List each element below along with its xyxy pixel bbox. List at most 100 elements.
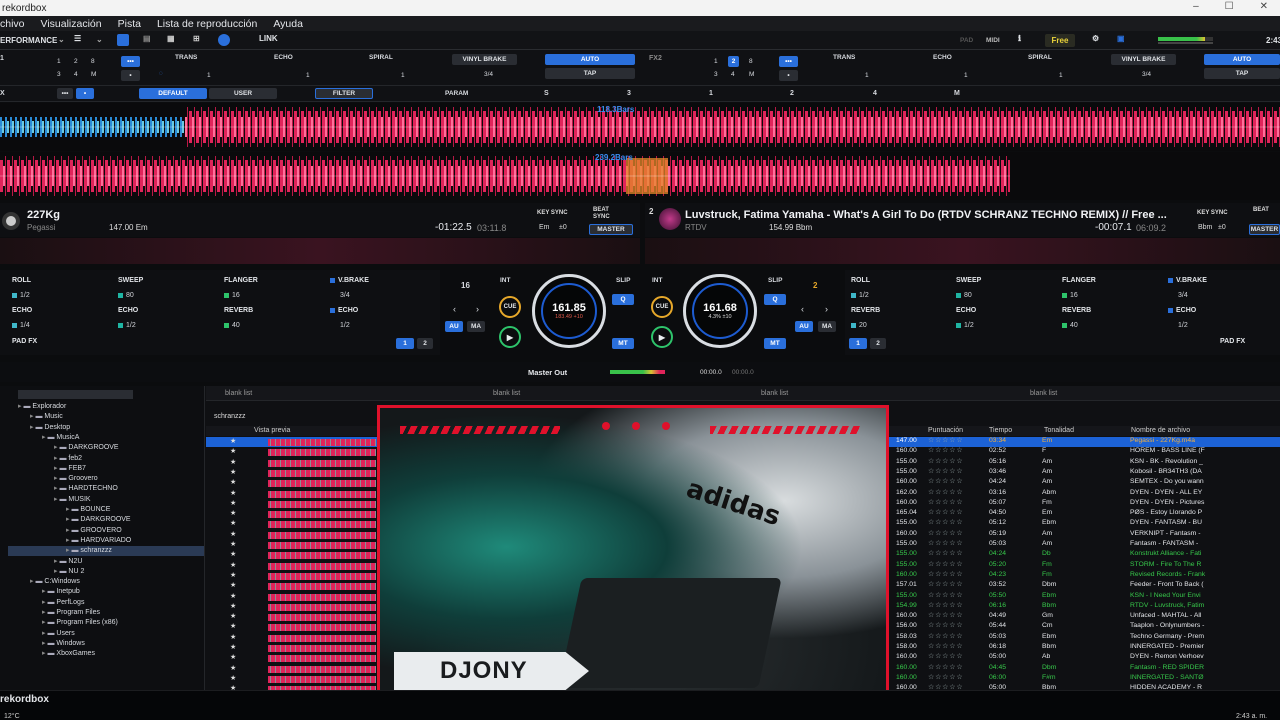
fx2-more-button[interactable]: ••• [779, 56, 798, 67]
tree-item[interactable]: ▸ ▬ NU 2 [0, 567, 196, 577]
rating-stars[interactable]: ☆☆☆☆☆ [928, 633, 963, 640]
deck-1-ma[interactable]: MA [467, 321, 485, 332]
preview-waveform[interactable] [268, 665, 376, 673]
rating-stars[interactable]: ☆☆☆☆☆ [928, 468, 963, 475]
fx1-auto[interactable]: AUTO [545, 54, 635, 65]
fx2-ch4[interactable]: 4 [731, 71, 735, 78]
pad2-6-val[interactable]: 40 [1062, 322, 1078, 329]
deck-2-overview[interactable] [645, 238, 1280, 264]
cfx-key-2[interactable]: 2 [790, 90, 794, 97]
pad1-4-name[interactable]: ECHO [12, 307, 32, 314]
preview-waveform[interactable] [268, 645, 376, 652]
fx2-ch1[interactable]: 1 [714, 58, 718, 65]
col-file[interactable]: Nombre de archivo [1131, 427, 1190, 434]
star-icon[interactable]: ★ [230, 499, 236, 507]
preview-waveform[interactable] [268, 614, 376, 622]
rating-stars[interactable]: ☆☆☆☆☆ [928, 602, 963, 609]
deck-1-au[interactable]: AU [445, 321, 463, 332]
pad1-7-val[interactable]: 1/2 [340, 322, 350, 329]
deck-1-int[interactable]: INT [500, 277, 510, 284]
pad2-0-name[interactable]: ROLL [851, 277, 870, 284]
cfx-key-3[interactable]: 3 [627, 90, 631, 97]
pad1-0-val[interactable]: 1/2 [12, 292, 30, 299]
browse-icon[interactable] [117, 34, 129, 46]
pad1-0-name[interactable]: ROLL [12, 277, 31, 284]
fx1-ch8[interactable]: 8 [91, 58, 95, 65]
pad2-6-name[interactable]: REVERB [1062, 307, 1091, 314]
tree-item[interactable]: ▸ ▬ C:Windows [0, 577, 196, 587]
taskbar-weather[interactable]: 12°C [4, 713, 20, 720]
pad2-5-val[interactable]: 1/2 [956, 322, 974, 329]
star-icon[interactable]: ★ [230, 643, 236, 651]
deck-2-slip[interactable]: SLIP [768, 277, 782, 284]
cfx-key-4[interactable]: 4 [873, 90, 877, 97]
pad2-page-1[interactable]: 1 [849, 338, 867, 349]
fx2-dot-button[interactable]: • [779, 70, 798, 81]
pad2-2-name[interactable]: FLANGER [1062, 277, 1096, 284]
fx1-ch1[interactable]: 1 [57, 58, 61, 65]
fx2-ch3[interactable]: 3 [714, 71, 718, 78]
deck-2-int[interactable]: INT [652, 277, 662, 284]
preview-waveform[interactable] [268, 500, 376, 508]
mode-select[interactable]: ERFORMANCE [0, 36, 57, 45]
preview-waveform[interactable] [268, 583, 376, 591]
deck-2-beat-num[interactable]: 2 [813, 281, 817, 290]
pad1-5-name[interactable]: ECHO [118, 307, 138, 314]
chevron-down-icon[interactable]: ⌄ [58, 35, 65, 44]
list-tab-2[interactable]: blank list [493, 390, 520, 397]
taskbar-app-label[interactable]: rekordbox [0, 694, 49, 705]
preview-waveform[interactable] [268, 531, 376, 539]
preview-waveform[interactable] [268, 634, 376, 642]
pad2-2-val[interactable]: 16 [1062, 292, 1078, 299]
rating-stars[interactable]: ☆☆☆☆☆ [928, 437, 963, 444]
pad2-7-name[interactable]: ECHO [1168, 307, 1196, 314]
col-key[interactable]: Tonalidad [1044, 427, 1074, 434]
pad1-5-val[interactable]: 1/2 [118, 322, 136, 329]
layout-icon[interactable]: ☰ [74, 34, 81, 43]
deck-1-overview[interactable] [0, 238, 640, 264]
star-icon[interactable]: ★ [230, 561, 236, 569]
rating-stars[interactable]: ☆☆☆☆☆ [928, 458, 963, 465]
preview-waveform[interactable] [268, 655, 376, 663]
preview-waveform[interactable] [268, 511, 376, 519]
star-icon[interactable]: ★ [230, 519, 236, 527]
pad1-2-val[interactable]: 16 [224, 292, 240, 299]
rating-stars[interactable]: ☆☆☆☆☆ [928, 478, 963, 485]
star-icon[interactable]: ★ [230, 478, 236, 486]
list-tab-1[interactable]: blank list [225, 390, 252, 397]
star-icon[interactable]: ★ [230, 664, 236, 672]
tree-item[interactable]: ▸ ▬ PerfLogs [0, 598, 196, 608]
menu-lista[interactable]: Lista de reproducción [157, 18, 257, 30]
preview-waveform[interactable] [268, 469, 376, 477]
rating-stars[interactable]: ☆☆☆☆☆ [928, 664, 963, 671]
rating-stars[interactable]: ☆☆☆☆☆ [928, 530, 963, 537]
fx1-dot-button[interactable]: • [121, 70, 140, 81]
deck-2-next-icon[interactable]: › [825, 304, 828, 314]
star-icon[interactable]: ★ [230, 458, 236, 466]
deck-1-cue[interactable]: CUE [499, 296, 521, 318]
fx2-auto[interactable]: AUTO [1204, 54, 1280, 65]
menu-ayuda[interactable]: Ayuda [273, 18, 303, 30]
tree-item[interactable]: ▸ ▬ HARDTECHNO [0, 484, 196, 494]
deck-2-mt[interactable]: MT [764, 338, 786, 349]
rating-stars[interactable]: ☆☆☆☆☆ [928, 509, 963, 516]
rating-stars[interactable]: ☆☆☆☆☆ [928, 612, 963, 619]
mixer-icon[interactable]: ⊞ [193, 34, 200, 43]
pad1-page-2[interactable]: 2 [417, 338, 433, 349]
star-icon[interactable]: ★ [230, 674, 236, 682]
minimize-button[interactable]: – [1193, 1, 1199, 12]
tree-item[interactable]: ▸ ▬ DARKGROOVE [0, 443, 196, 453]
monitor-icon[interactable]: ▣ [1117, 34, 1125, 43]
list-tab-4[interactable]: blank list [1030, 390, 1057, 397]
deck-2-key-sync[interactable]: KEY SYNC [1197, 210, 1228, 216]
tree-item[interactable]: ▸ ▬ DARKGROOVE [0, 515, 196, 525]
preview-waveform[interactable] [268, 459, 376, 467]
tree-item[interactable]: ▸ ▬ Explorador [0, 402, 196, 412]
star-icon[interactable]: ★ [230, 571, 236, 579]
settings-icon[interactable]: ⚙ [1092, 34, 1099, 43]
star-icon[interactable]: ★ [230, 622, 236, 630]
fx1-tap[interactable]: TAP [545, 68, 635, 79]
pad-fx-2[interactable]: PAD FX [1220, 338, 1245, 345]
star-icon[interactable]: ★ [230, 489, 236, 497]
star-icon[interactable]: ★ [230, 592, 236, 600]
